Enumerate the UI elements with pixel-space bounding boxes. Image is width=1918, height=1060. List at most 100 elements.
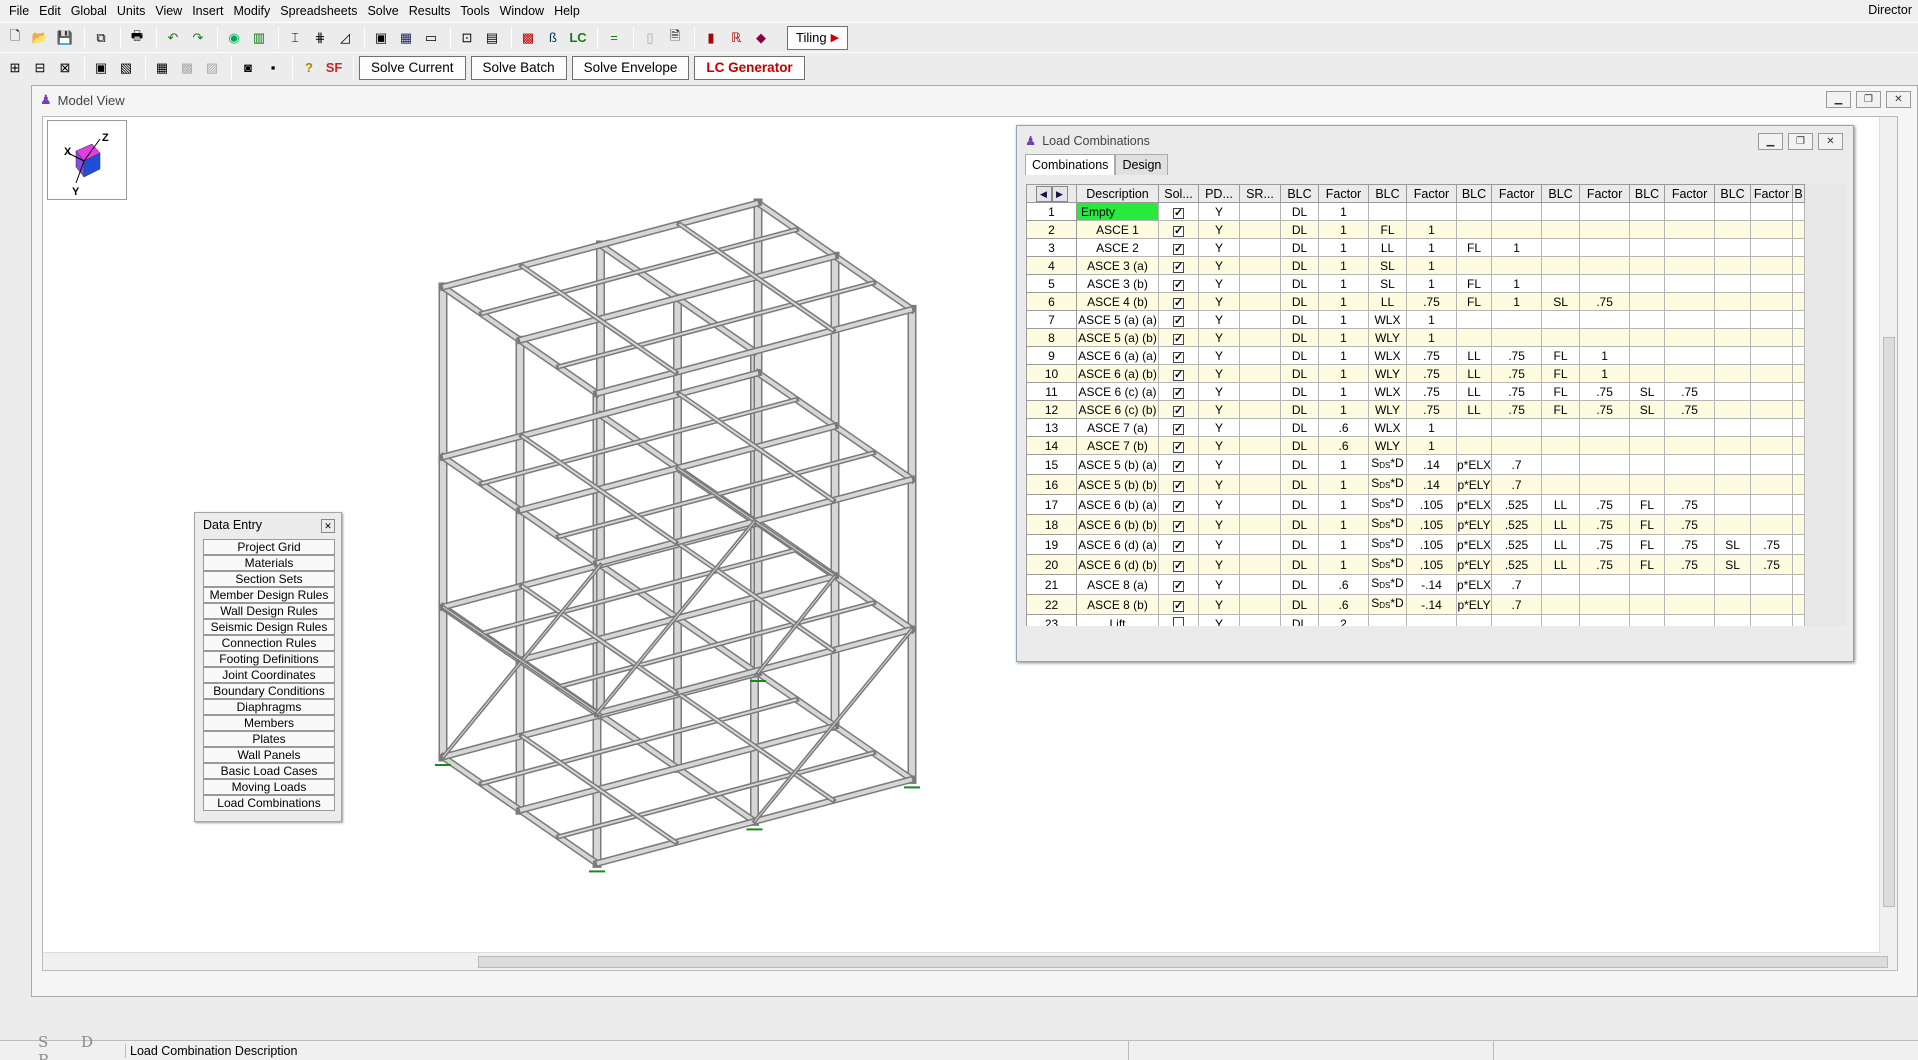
solve-checkbox-cell[interactable]: ✓ <box>1158 346 1199 365</box>
description-cell[interactable]: ASCE 7 (a) <box>1076 418 1159 437</box>
factor-cell[interactable]: .75 <box>1664 554 1716 575</box>
factor-cell[interactable]: 1 <box>1318 364 1369 383</box>
blc-cell[interactable]: DL <box>1280 292 1319 311</box>
factor-cell[interactable]: 1 <box>1318 400 1369 419</box>
pdelta-cell[interactable]: Y <box>1198 238 1240 257</box>
data-entry-item-joint-coordinates[interactable]: Joint Coordinates <box>203 667 335 683</box>
blc-cell[interactable]: LL <box>1541 494 1581 515</box>
blc-cell[interactable] <box>1714 274 1752 293</box>
factor-cell[interactable]: 1 <box>1491 274 1543 293</box>
blc-cell[interactable] <box>1714 364 1752 383</box>
solve-envelope-button[interactable]: Solve Envelope <box>571 55 690 80</box>
factor-cell[interactable]: .525 <box>1491 494 1543 515</box>
factor-cell[interactable]: 1 <box>1406 220 1457 239</box>
factor-cell[interactable]: 1 <box>1318 220 1369 239</box>
factor-cell[interactable] <box>1406 202 1457 221</box>
factor-cell[interactable]: 1 <box>1491 238 1543 257</box>
solve-checkbox[interactable]: ✓ <box>1173 500 1184 512</box>
srss-cell[interactable] <box>1239 382 1281 401</box>
window-icon[interactable]: ⊡ <box>456 27 478 49</box>
factor-cell[interactable]: .75 <box>1406 292 1457 311</box>
blc-cell[interactable] <box>1629 594 1666 615</box>
srss-cell[interactable] <box>1239 202 1281 221</box>
row-number[interactable]: 4 <box>1026 256 1077 275</box>
factor-cell[interactable]: 1 <box>1318 346 1369 365</box>
factor-cell[interactable]: 1 <box>1406 436 1457 455</box>
factor-cell[interactable]: .6 <box>1318 594 1369 615</box>
factor-cell[interactable] <box>1664 274 1716 293</box>
description-cell[interactable]: ASCE 6 (d) (a) <box>1076 534 1159 555</box>
blc-cell[interactable]: DL <box>1280 310 1319 329</box>
blc-cell[interactable] <box>1714 310 1752 329</box>
menu-view[interactable]: View <box>150 0 187 22</box>
factor-cell[interactable]: .6 <box>1318 574 1369 595</box>
blc-cell[interactable] <box>1714 436 1752 455</box>
factor-cell[interactable] <box>1750 574 1794 595</box>
factor-cell[interactable]: .75 <box>1579 382 1631 401</box>
solve-checkbox[interactable]: ✓ <box>1173 540 1184 552</box>
description-cell[interactable]: ASCE 1 <box>1076 220 1159 239</box>
blc-cell[interactable]: p*ELY <box>1455 594 1493 615</box>
solve-checkbox[interactable]: ✓ <box>1173 315 1184 327</box>
solve-batch-button[interactable]: Solve Batch <box>470 55 567 80</box>
blc-cell[interactable]: WLX <box>1368 346 1407 365</box>
blc-cell[interactable]: FL <box>1541 400 1581 419</box>
menu-help[interactable]: Help <box>549 0 585 22</box>
srss-cell[interactable] <box>1239 238 1281 257</box>
menu-tools[interactable]: Tools <box>455 0 494 22</box>
blc-cell[interactable]: DL <box>1280 220 1319 239</box>
blc-cell[interactable] <box>1541 202 1581 221</box>
menu-spreadsheets[interactable]: Spreadsheets <box>275 0 362 22</box>
prev-arrow-icon[interactable]: ◀ <box>1035 185 1052 202</box>
row-number[interactable]: 22 <box>1026 594 1077 615</box>
blc-cell[interactable] <box>1629 328 1666 347</box>
menu-insert[interactable]: Insert <box>187 0 228 22</box>
solve-checkbox[interactable]: ✓ <box>1173 460 1184 472</box>
menu-global[interactable]: Global <box>66 0 112 22</box>
minimize-icon[interactable]: ▁ <box>1826 91 1851 108</box>
blc-cell[interactable] <box>1541 310 1581 329</box>
help-icon[interactable]: ? <box>298 57 320 79</box>
data-entry-item-diaphragms[interactable]: Diaphragms <box>203 699 335 715</box>
description-cell[interactable]: Empty <box>1076 202 1159 221</box>
factor-cell[interactable]: .75 <box>1579 514 1631 535</box>
blc-cell[interactable] <box>1455 436 1493 455</box>
blc-cell[interactable] <box>1541 220 1581 239</box>
blc-cell[interactable] <box>1629 474 1666 495</box>
factor-cell[interactable]: .7 <box>1491 574 1543 595</box>
factor-cell[interactable] <box>1579 328 1631 347</box>
blc-cell[interactable] <box>1541 328 1581 347</box>
blc-cell[interactable]: DL <box>1280 574 1319 595</box>
blc-cell[interactable]: DL <box>1280 436 1319 455</box>
blc-cell[interactable]: DL <box>1280 274 1319 293</box>
blc-cell[interactable] <box>1629 292 1666 311</box>
column-header[interactable]: Factor <box>1406 184 1457 203</box>
factor-cell[interactable]: 1 <box>1318 310 1369 329</box>
factor-cell[interactable]: .525 <box>1491 554 1543 575</box>
description-cell[interactable]: ASCE 8 (a) <box>1076 574 1159 595</box>
factor-cell[interactable]: .14 <box>1406 474 1457 495</box>
horizontal-scroll-thumb[interactable] <box>478 956 1888 968</box>
blc-cell[interactable]: LL <box>1368 292 1407 311</box>
blc-cell[interactable]: WLY <box>1368 400 1407 419</box>
row-number[interactable]: 20 <box>1026 554 1077 575</box>
blc-cell[interactable]: FL <box>1629 514 1666 535</box>
menu-solve[interactable]: Solve <box>362 0 403 22</box>
factor-cell[interactable] <box>1406 614 1457 626</box>
description-cell[interactable]: ASCE 7 (b) <box>1076 436 1159 455</box>
factor-cell[interactable]: .75 <box>1664 494 1716 515</box>
restore-icon[interactable]: ❐ <box>1856 91 1881 108</box>
blc-cell[interactable]: DL <box>1280 614 1319 626</box>
factor-cell[interactable] <box>1750 310 1794 329</box>
solve-checkbox[interactable]: ✓ <box>1173 207 1184 219</box>
blc-cell[interactable] <box>1455 614 1493 626</box>
column-header[interactable]: BLC <box>1280 184 1319 203</box>
factor-cell[interactable]: .75 <box>1579 554 1631 575</box>
menu-file[interactable]: File <box>4 0 34 22</box>
factor-cell[interactable] <box>1750 436 1794 455</box>
tiling-button[interactable]: Tiling ▶ <box>787 25 849 50</box>
factor-cell[interactable] <box>1750 364 1794 383</box>
blc-cell[interactable] <box>1714 474 1752 495</box>
factor-cell[interactable]: .75 <box>1750 534 1794 555</box>
solve-checkbox[interactable]: ✓ <box>1173 580 1184 592</box>
